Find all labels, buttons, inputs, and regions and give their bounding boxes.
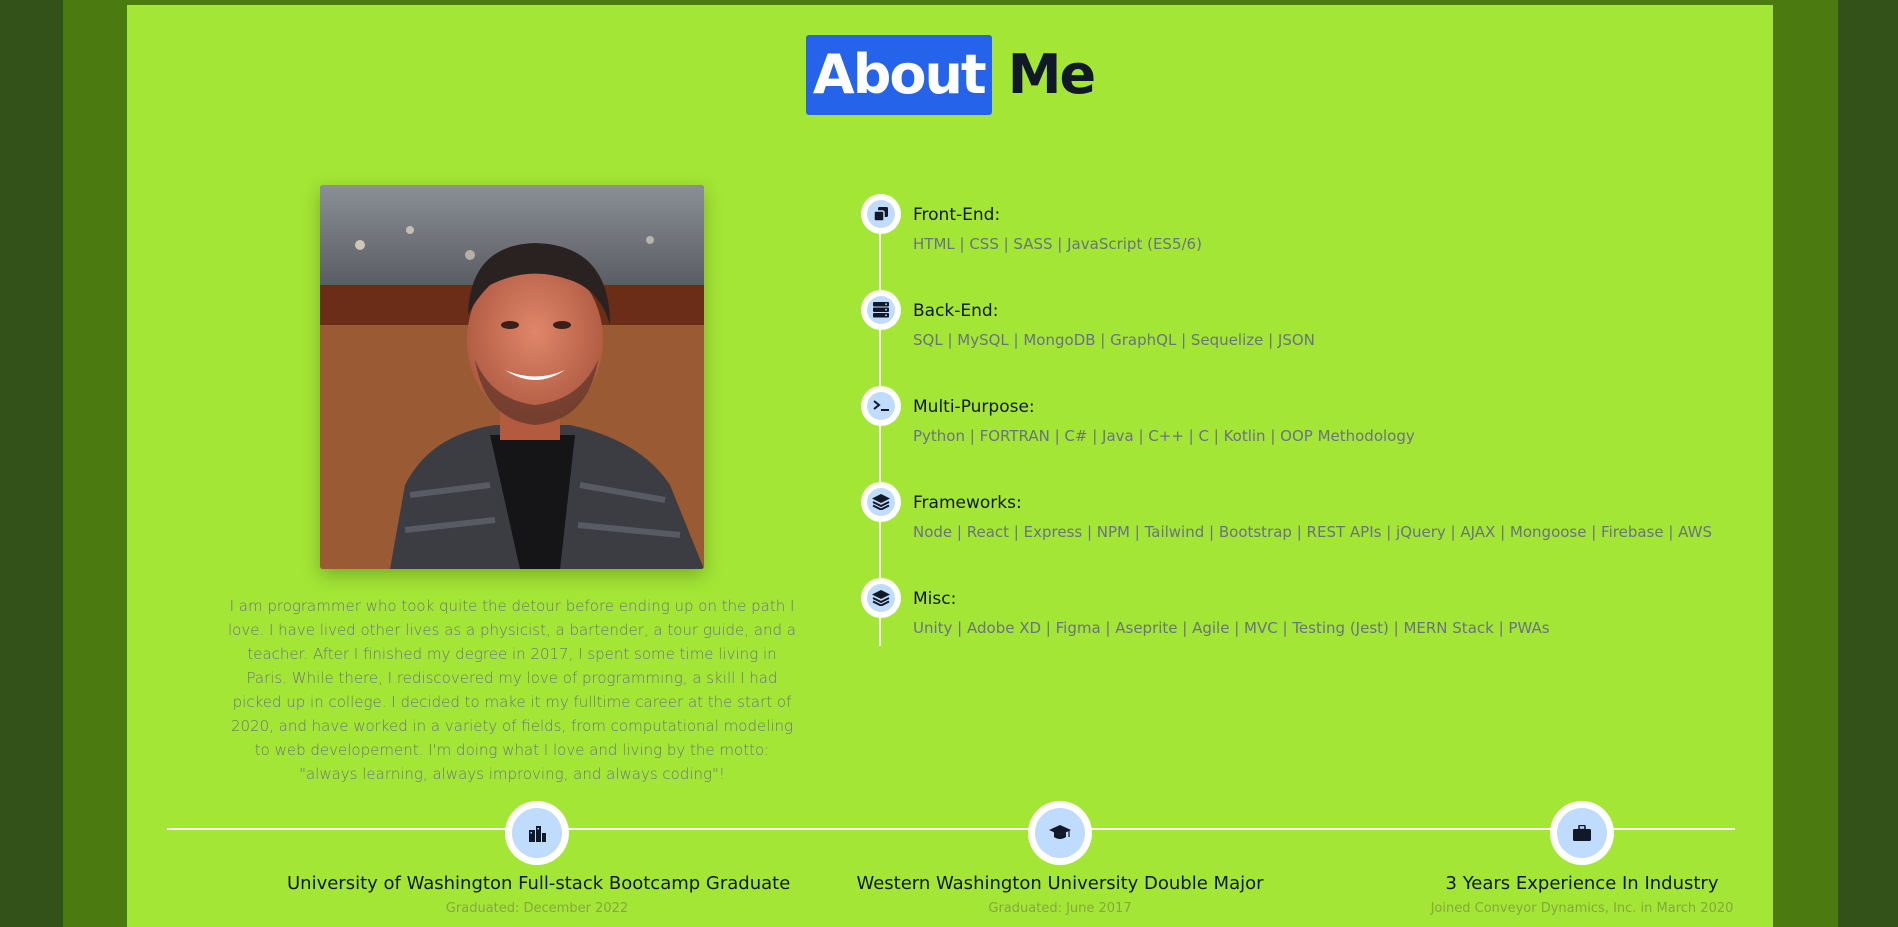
skill-item-front-end: Front-End: HTML | CSS | SASS | JavaScrip… — [861, 194, 1741, 274]
milestone-title: Western Washington University Double Maj… — [856, 873, 1264, 894]
skill-item-back-end: Back-End: SQL | MySQL | MongoDB | GraphQ… — [861, 290, 1741, 370]
city-icon — [512, 808, 562, 858]
briefcase-icon — [1557, 808, 1607, 858]
graduation-cap-icon — [1035, 808, 1085, 858]
milestone-wwu-degree: Western Washington University Double Maj… — [810, 801, 1310, 916]
skill-list: HTML | CSS | SASS | JavaScript (ES5/6) — [913, 235, 1202, 253]
terminal-icon — [867, 392, 895, 420]
layers-icon — [867, 584, 895, 612]
layers-icon — [867, 488, 895, 516]
title-rest: Me — [1007, 43, 1096, 106]
skill-item-frameworks: Frameworks: Node | React | Express | NPM… — [861, 482, 1741, 562]
skill-list: SQL | MySQL | MongoDB | GraphQL | Sequel… — [913, 331, 1315, 349]
bio-text: I am programmer who took quite the detou… — [227, 597, 796, 783]
skill-title: Front-End: — [913, 205, 1001, 225]
skill-title: Multi-Purpose: — [913, 397, 1035, 417]
skill-title: Back-End: — [913, 301, 999, 321]
milestone-title: University of Washington Full-stack Boot… — [287, 873, 791, 894]
skill-title: Frameworks: — [913, 493, 1022, 513]
milestone-uw-bootcamp: University of Washington Full-stack Boot… — [287, 801, 791, 916]
skill-list: Node | React | Express | NPM | Tailwind … — [913, 523, 1712, 541]
milestone-title: 3 Years Experience In Industry — [1445, 873, 1719, 894]
skill-item-misc: Misc: Unity | Adobe XD | Figma | Aseprit… — [861, 578, 1741, 658]
milestone-subtitle: Graduated: December 2022 — [445, 901, 629, 916]
profile-photo — [320, 185, 704, 569]
milestone-subtitle: Graduated: June 2017 — [988, 901, 1132, 916]
milestone-industry-experience: 3 Years Experience In Industry Joined Co… — [1332, 801, 1773, 916]
skill-title: Misc: — [913, 589, 957, 609]
profile-photo-image — [320, 185, 704, 569]
server-icon — [867, 296, 895, 324]
milestone-subtitle: Joined Conveyor Dynamics, Inc. in March … — [1430, 901, 1734, 916]
about-section: About Me I am programmer who took quite … — [127, 5, 1773, 927]
skill-list: Python | FORTRAN | C# | Java | C++ | C |… — [913, 427, 1415, 445]
page-title: About Me — [127, 35, 1773, 115]
title-highlight: About — [805, 35, 992, 115]
skill-item-multi-purpose: Multi-Purpose: Python | FORTRAN | C# | J… — [861, 386, 1741, 466]
skill-list: Unity | Adobe XD | Figma | Aseprite | Ag… — [913, 619, 1550, 637]
copy-icon — [867, 200, 895, 228]
